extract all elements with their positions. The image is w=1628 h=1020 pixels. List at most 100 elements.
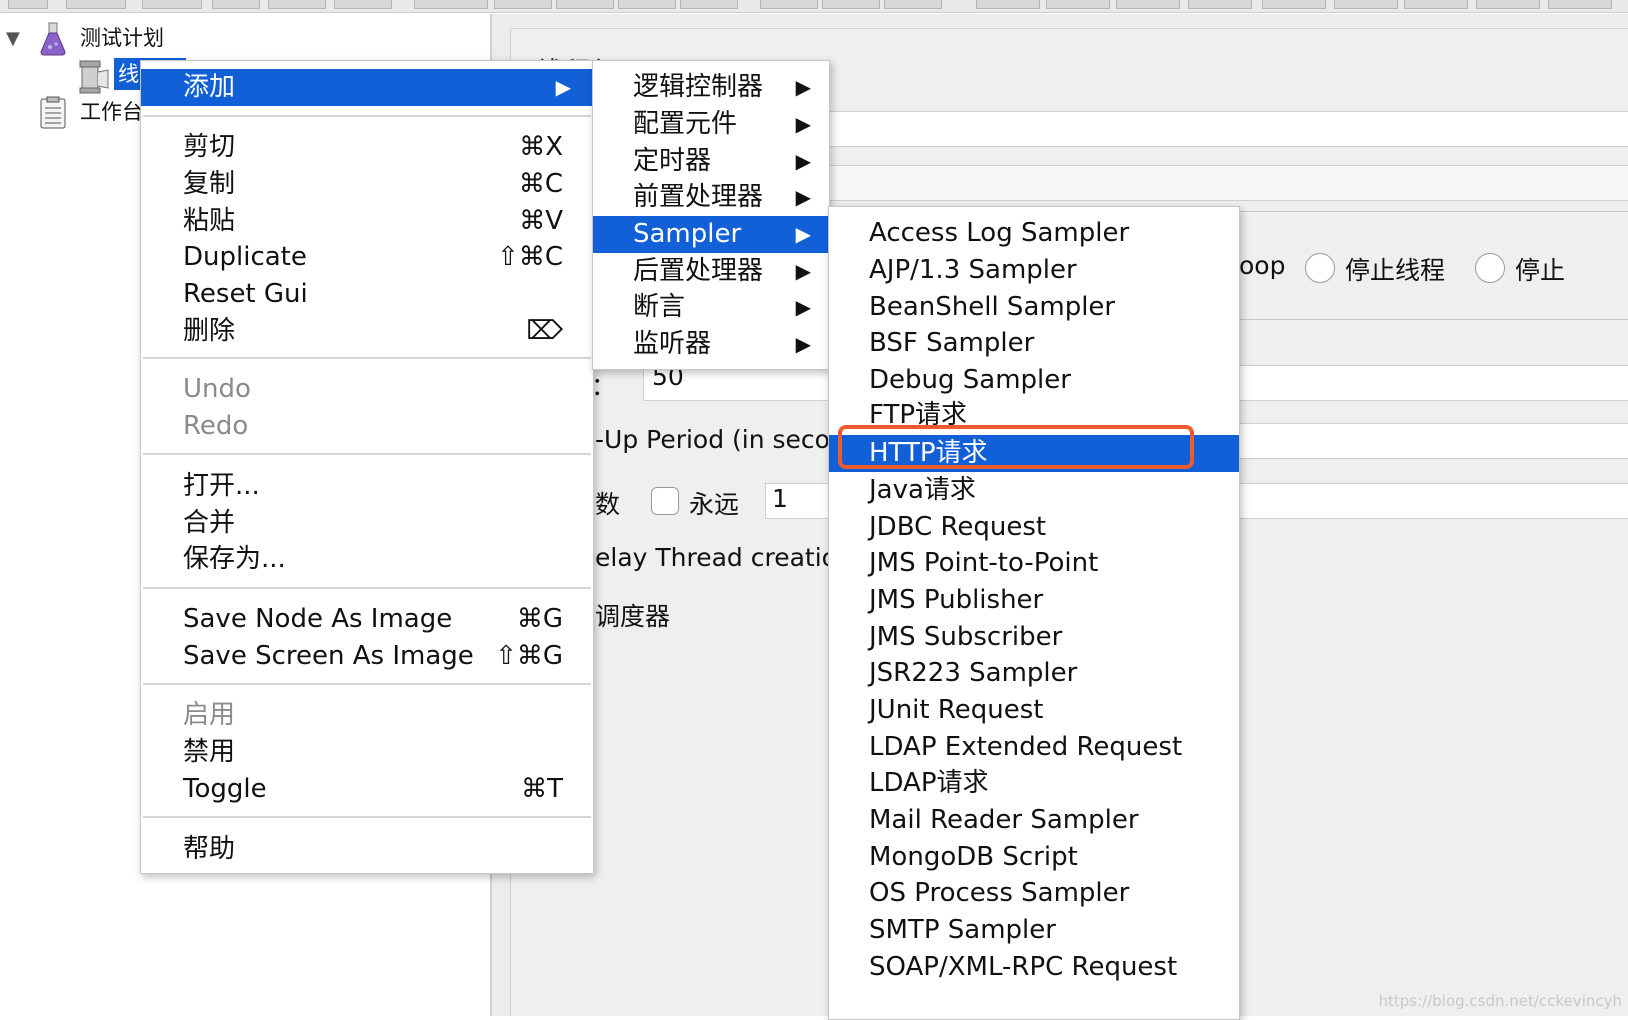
menu-item-shortcut: ⇧⌘G bbox=[495, 641, 563, 671]
submenu-arrow-icon: ▶ bbox=[555, 75, 571, 99]
toolbar-button[interactable] bbox=[142, 0, 202, 9]
stop-test-radio[interactable] bbox=[1475, 253, 1505, 283]
menu-item-shortcut: ⌘C bbox=[518, 169, 563, 199]
menu-item-label: 断言 bbox=[633, 292, 686, 322]
menu-item-pre-processor[interactable]: 前置处理器 ▶ bbox=[593, 179, 829, 216]
menu-item-beanshell-sampler[interactable]: BeanShell Sampler bbox=[829, 289, 1239, 326]
menu-item-java-request[interactable]: Java请求 bbox=[829, 472, 1239, 509]
menu-item-bsf-sampler[interactable]: BSF Sampler bbox=[829, 325, 1239, 362]
menu-item-ldap-request[interactable]: LDAP请求 bbox=[829, 765, 1239, 802]
toolbar-button[interactable] bbox=[494, 0, 552, 9]
menu-item-label: Duplicate bbox=[183, 242, 307, 272]
menu-item-delete[interactable]: 删除 ⌦ bbox=[141, 313, 593, 350]
menu-item-cut[interactable]: 剪切 ⌘X bbox=[141, 129, 593, 166]
menu-item-label: 打开... bbox=[183, 471, 260, 501]
toolbar-button[interactable] bbox=[884, 0, 942, 9]
add-submenu: 逻辑控制器 ▶ 配置元件 ▶ 定时器 ▶ 前置处理器 ▶ Sampler ▶ 后… bbox=[592, 60, 830, 370]
menu-item-jsr223-sampler[interactable]: JSR223 Sampler bbox=[829, 655, 1239, 692]
stop-thread-radio[interactable] bbox=[1305, 253, 1335, 283]
menu-item-debug-sampler[interactable]: Debug Sampler bbox=[829, 362, 1239, 399]
tree-item-workbench[interactable]: 工作台 bbox=[80, 98, 143, 126]
menu-item-label: LDAP Extended Request bbox=[869, 732, 1183, 762]
loop-count-value: 1 bbox=[772, 484, 788, 513]
delay-thread-label: elay Thread creatio bbox=[595, 543, 837, 572]
submenu-arrow-icon: ▶ bbox=[795, 112, 811, 136]
menu-item-label: JDBC Request bbox=[869, 512, 1047, 542]
menu-item-os-process-sampler[interactable]: OS Process Sampler bbox=[829, 875, 1239, 912]
menu-item-label: JSR223 Sampler bbox=[869, 658, 1078, 688]
toolbar-button[interactable] bbox=[66, 0, 126, 9]
toolbar-button[interactable] bbox=[1188, 0, 1252, 9]
menu-item-label: Undo bbox=[183, 374, 251, 404]
toolbar-button[interactable] bbox=[822, 0, 880, 9]
menu-item-ajp-sampler[interactable]: AJP/1.3 Sampler bbox=[829, 252, 1239, 289]
toolbar-button[interactable] bbox=[268, 0, 326, 9]
toolbar-button[interactable] bbox=[212, 0, 260, 9]
loop-count-label: 数 bbox=[595, 490, 621, 519]
toolbar-button[interactable] bbox=[760, 0, 818, 9]
menu-item-ftp-request[interactable]: FTP请求 bbox=[829, 397, 1239, 425]
comment-field[interactable] bbox=[821, 165, 1628, 201]
toolbar-button[interactable] bbox=[334, 0, 392, 9]
menu-item-disable[interactable]: 禁用 bbox=[141, 734, 593, 771]
menu-item-jms-point-to-point[interactable]: JMS Point-to-Point bbox=[829, 545, 1239, 582]
toolbar-button[interactable] bbox=[1046, 0, 1110, 9]
menu-item-toggle[interactable]: Toggle ⌘T bbox=[141, 771, 593, 808]
menu-item-post-processor[interactable]: 后置处理器 ▶ bbox=[593, 253, 829, 290]
toolbar-button[interactable] bbox=[1334, 0, 1398, 9]
menu-item-label: 后置处理器 bbox=[633, 256, 764, 286]
toolbar-button[interactable] bbox=[1476, 0, 1540, 9]
name-field[interactable] bbox=[821, 111, 1628, 147]
menu-item-copy[interactable]: 复制 ⌘C bbox=[141, 166, 593, 203]
menu-item-mongodb-script[interactable]: MongoDB Script bbox=[829, 839, 1239, 876]
menu-item-paste[interactable]: 粘贴 ⌘V bbox=[141, 203, 593, 240]
stop-thread-label: 停止线程 bbox=[1345, 256, 1446, 285]
toolbar-button[interactable] bbox=[1548, 0, 1612, 9]
thread-count-label: ： bbox=[591, 372, 617, 401]
menu-item-soap-xml-rpc-request[interactable]: SOAP/XML-RPC Request bbox=[829, 949, 1239, 986]
menu-item-mail-reader-sampler[interactable]: Mail Reader Sampler bbox=[829, 802, 1239, 839]
menu-item-jms-subscriber[interactable]: JMS Subscriber bbox=[829, 619, 1239, 656]
menu-item-junit-request[interactable]: JUnit Request bbox=[829, 692, 1239, 729]
menu-item-assertion[interactable]: 断言 ▶ bbox=[593, 289, 829, 326]
toolbar-button[interactable] bbox=[8, 0, 48, 9]
menu-item-jms-publisher[interactable]: JMS Publisher bbox=[829, 582, 1239, 619]
menu-item-save-screen-image[interactable]: Save Screen As Image ⇧⌘G bbox=[141, 638, 593, 675]
forever-checkbox[interactable] bbox=[651, 487, 679, 515]
menu-item-save-node-image[interactable]: Save Node As Image ⌘G bbox=[141, 601, 593, 638]
toolbar-button[interactable] bbox=[1404, 0, 1468, 9]
submenu-arrow-icon: ▶ bbox=[795, 149, 811, 173]
menu-item-save-as[interactable]: 保存为... bbox=[141, 541, 593, 578]
menu-item-smtp-sampler[interactable]: SMTP Sampler bbox=[829, 912, 1239, 949]
menu-item-duplicate[interactable]: Duplicate ⇧⌘C bbox=[141, 239, 593, 276]
menu-item-label: 保存为... bbox=[183, 544, 286, 574]
menu-item-ldap-extended-request[interactable]: LDAP Extended Request bbox=[829, 729, 1239, 766]
menu-item-sampler[interactable]: Sampler ▶ bbox=[593, 216, 829, 253]
ramp-up-field[interactable] bbox=[1231, 423, 1628, 459]
toolbar-button[interactable] bbox=[618, 0, 676, 9]
toolbar-button[interactable] bbox=[680, 0, 738, 9]
expand-triangle-icon[interactable]: ▼ bbox=[6, 28, 20, 49]
toolbar-button[interactable] bbox=[976, 0, 1040, 9]
menu-item-timer[interactable]: 定时器 ▶ bbox=[593, 143, 829, 180]
toolbar-button[interactable] bbox=[1116, 0, 1180, 9]
menu-item-access-log-sampler[interactable]: Access Log Sampler bbox=[829, 215, 1239, 252]
toolbar-button[interactable] bbox=[1262, 0, 1326, 9]
menu-item-label: JMS Point-to-Point bbox=[869, 548, 1099, 578]
menu-separator bbox=[143, 115, 591, 117]
menu-item-config-element[interactable]: 配置元件 ▶ bbox=[593, 106, 829, 143]
toolbar-button[interactable] bbox=[556, 0, 614, 9]
menu-item-label: 添加 bbox=[183, 72, 236, 102]
menu-item-reset-gui[interactable]: Reset Gui bbox=[141, 276, 593, 313]
menu-item-add[interactable]: 添加 ▶ bbox=[141, 69, 593, 106]
menu-item-merge[interactable]: 合并 bbox=[141, 505, 593, 542]
tree-item-test-plan[interactable]: 测试计划 bbox=[80, 24, 164, 52]
menu-item-shortcut: ⌘G bbox=[516, 604, 563, 634]
menu-item-listener[interactable]: 监听器 ▶ bbox=[593, 326, 829, 363]
menu-item-logic-controller[interactable]: 逻辑控制器 ▶ bbox=[593, 69, 829, 106]
menu-item-jdbc-request[interactable]: JDBC Request bbox=[829, 509, 1239, 546]
menu-item-label: 前置处理器 bbox=[633, 182, 764, 212]
toolbar-button[interactable] bbox=[414, 0, 488, 9]
menu-item-help[interactable]: 帮助 bbox=[141, 831, 593, 868]
menu-item-open[interactable]: 打开... bbox=[141, 468, 593, 505]
